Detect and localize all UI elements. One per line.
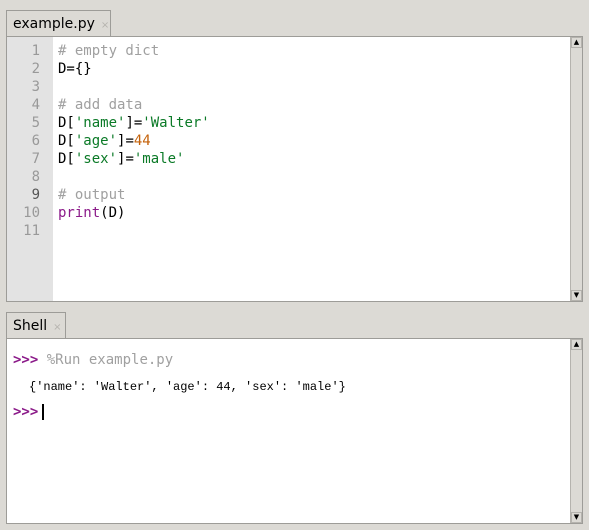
code-token: (D) (100, 205, 126, 221)
code-token: 'name' (74, 115, 126, 131)
line-number: 8 (31, 169, 40, 185)
code-token: ]= (125, 115, 143, 131)
line-number: 1 (31, 43, 40, 59)
line-number-gutter: 1 2 3 4 5 6 7 8 9 10 11 (7, 37, 53, 301)
code-token: # add data (58, 97, 143, 113)
code-line[interactable]: D['sex']='male' (58, 151, 184, 167)
tab-label: Shell (13, 318, 48, 334)
shell-prompt: >>> (13, 404, 39, 420)
shell-scrollbar[interactable]: ▲ ▼ (570, 339, 582, 523)
code-token: 'sex' (74, 151, 118, 167)
code-token: 'age' (74, 133, 118, 149)
line-number: 3 (31, 79, 40, 95)
editor-scrollbar[interactable]: ▲ ▼ (570, 37, 582, 301)
code-token: 'Walter' (142, 115, 210, 131)
code-editor[interactable]: 1 2 3 4 5 6 7 8 9 10 11 # empty dict D={} # add data… (6, 36, 583, 302)
shell-command-line: >>> %Run example.py (13, 352, 173, 368)
code-line[interactable]: # output (58, 187, 125, 203)
scroll-up-icon[interactable]: ▲ (571, 37, 582, 48)
tab-shell[interactable]: Shell × (6, 312, 66, 338)
shell-panel[interactable]: >>> %Run example.py {'name': 'Walter', '… (6, 338, 583, 524)
shell-prompt: >>> (13, 352, 39, 368)
tab-example-py[interactable]: example.py × (6, 10, 111, 36)
close-icon[interactable]: × (53, 322, 61, 333)
code-token: # empty dict (58, 43, 160, 59)
shell-command: %Run example.py (46, 352, 174, 368)
code-token: D[ (58, 133, 75, 149)
code-line[interactable]: # empty dict (58, 43, 159, 59)
line-number: 5 (31, 115, 40, 131)
scroll-down-icon[interactable]: ▼ (571, 290, 582, 301)
scroll-up-icon[interactable]: ▲ (571, 339, 582, 350)
code-token: print (58, 205, 101, 221)
line-number: 10 (23, 205, 40, 221)
code-token: ]= (117, 151, 134, 167)
code-line[interactable]: # add data (58, 97, 142, 113)
line-number: 6 (31, 133, 40, 149)
code-token: D={} (58, 61, 92, 77)
text-cursor (42, 404, 45, 420)
line-number: 2 (31, 61, 40, 77)
code-token: ]= (117, 133, 134, 149)
scroll-down-icon[interactable]: ▼ (571, 512, 582, 523)
code-token: # output (58, 187, 126, 203)
shell-input-line[interactable]: >>> (13, 404, 45, 420)
shell-output: {'name': 'Walter', 'age': 44, 'sex': 'ma… (29, 380, 346, 394)
code-token: D[ (58, 151, 75, 167)
code-token: 'male' (133, 151, 185, 167)
line-number: 4 (31, 97, 40, 113)
close-icon[interactable]: × (101, 20, 109, 31)
code-line[interactable]: print(D) (58, 205, 125, 221)
code-line[interactable]: D={} (58, 61, 92, 77)
code-line[interactable]: D['age']=44 (58, 133, 151, 149)
code-token: 44 (133, 133, 151, 149)
line-number: 7 (31, 151, 40, 167)
tab-label: example.py (13, 16, 95, 32)
code-line[interactable]: D['name']='Walter' (58, 115, 210, 131)
line-number: 11 (23, 223, 40, 239)
line-number: 9 (31, 187, 40, 203)
code-token: D[ (58, 115, 75, 131)
